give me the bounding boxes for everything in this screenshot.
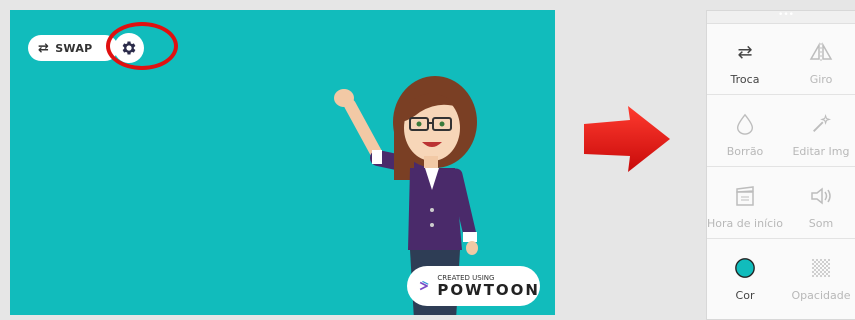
- som-button[interactable]: Som: [783, 167, 855, 238]
- som-label: Som: [808, 217, 834, 230]
- giro-label: Giro: [809, 73, 833, 86]
- clapper-icon: [736, 186, 754, 206]
- right-arrow-icon: [584, 106, 670, 172]
- powtoon-logo-icon: [419, 280, 429, 291]
- opacidade-label: Opacidade: [791, 289, 851, 302]
- opacidade-button[interactable]: Opacidade: [783, 239, 855, 310]
- cor-button[interactable]: Cor: [707, 239, 783, 310]
- swap-label: SWAP: [55, 41, 93, 55]
- troca-label: Troca: [730, 73, 760, 86]
- panel-grid: ⇄ Troca Giro Borrão Editar Img Hora de i…: [707, 23, 855, 310]
- magic-wand-icon: [813, 114, 831, 132]
- swap-button[interactable]: ⇄ SWAP: [28, 35, 118, 61]
- properties-panel: ••• ⇄ Troca Giro Borrão Editar Img Hora …: [706, 10, 855, 320]
- swap-icon: ⇄: [737, 41, 753, 63]
- panel-row: Borrão Editar Img: [707, 95, 855, 167]
- cor-label: Cor: [735, 289, 755, 302]
- speaker-icon: [811, 187, 831, 205]
- powtoon-watermark: CREATED USING POWTOON: [407, 266, 540, 306]
- hora-de-inicio-button[interactable]: Hora de início: [707, 167, 783, 238]
- borrao-button[interactable]: Borrão: [707, 95, 783, 166]
- highlight-circle: [106, 22, 178, 70]
- stage-canvas[interactable]: ⇄ SWAP CREATED USING POWTOON: [10, 10, 555, 315]
- drop-icon: [736, 113, 754, 135]
- flip-icon: [809, 42, 833, 61]
- editar-img-button[interactable]: Editar Img: [783, 95, 855, 166]
- panel-row: Cor Opacidade: [707, 239, 855, 310]
- editar-img-label: Editar Img: [792, 145, 850, 158]
- panel-row: Hora de início Som: [707, 167, 855, 239]
- color-dot-icon: [735, 258, 755, 278]
- badge-brand: POWTOON: [437, 280, 540, 299]
- troca-button[interactable]: ⇄ Troca: [707, 23, 783, 94]
- swap-arrows-icon: ⇄: [38, 40, 50, 56]
- hora-de-inicio-label: Hora de início: [707, 217, 783, 230]
- panel-row: ⇄ Troca Giro: [707, 23, 855, 95]
- checker-icon: [812, 259, 830, 277]
- giro-button[interactable]: Giro: [783, 23, 855, 94]
- borrao-label: Borrão: [726, 145, 764, 158]
